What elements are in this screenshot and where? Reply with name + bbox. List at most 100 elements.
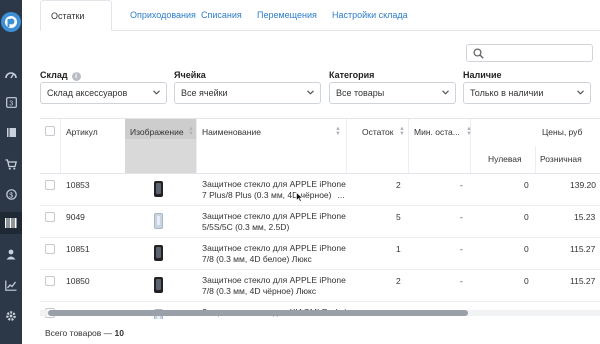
chevron-down-icon xyxy=(307,90,314,95)
column-header-image[interactable]: Изображение xyxy=(130,127,184,137)
row-name-line-2: 7/8 (0.3 мм, 4D белое) Люкс xyxy=(202,254,312,264)
category-filter-label: Категория xyxy=(329,70,375,80)
select-all-checkbox[interactable] xyxy=(45,126,55,136)
tab-bar: Остатки Оприходования Списания Перемещен… xyxy=(40,0,600,31)
row-checkbox[interactable] xyxy=(45,180,55,190)
column-divider xyxy=(346,119,347,173)
tab-peremeshcheniya[interactable]: Перемещения xyxy=(247,0,327,30)
warehouse-select[interactable]: Склад аксессуаров xyxy=(40,82,167,104)
column-header-zero-price[interactable]: Нулевая xyxy=(488,154,522,164)
row-min-stock: - xyxy=(460,180,463,190)
svg-text:$: $ xyxy=(9,192,13,199)
table-header: Артикул Изображение ▲ ▼ Наименование ▲ ▼ О… xyxy=(40,119,600,174)
row-name[interactable]: Защитное стекло для APPLE iPhone 7/8 (0.3… xyxy=(202,243,352,265)
logo-icon[interactable] xyxy=(1,12,21,32)
cell-filter-label: Ячейка xyxy=(174,70,206,80)
row-retail-price: 139.20 xyxy=(570,180,596,190)
warehouse-filter-label: Склад i xyxy=(40,70,81,81)
sort-icon[interactable]: ▲ ▼ xyxy=(188,126,194,137)
row-name-line-1: Защитное стекло для APPLE iPhone xyxy=(202,275,346,285)
row-min-stock: - xyxy=(460,244,463,254)
row-stock: 2 xyxy=(396,180,401,190)
column-header-stock[interactable]: Остаток xyxy=(362,127,393,137)
column-header-name[interactable]: Наименование xyxy=(202,127,261,137)
barcode-icon[interactable] xyxy=(0,212,22,234)
row-name-line-2: 7 Plus/8 Plus (0.3 мм, 4D чёрное) xyxy=(202,190,332,200)
cell-select-value: Все ячейки xyxy=(181,88,228,98)
sort-icon[interactable]: ▲ ▼ xyxy=(335,126,341,137)
table-row[interactable]: 10853 Защитное стекло для APPLE iPhone 7 … xyxy=(40,174,600,206)
total-items-label: Всего товаров — xyxy=(45,328,113,338)
row-name-line-1: Защитное стекло для APPLE iPhone xyxy=(202,211,346,221)
category-select[interactable]: Все товары xyxy=(329,82,456,104)
row-article: 9049 xyxy=(66,212,85,222)
search-input[interactable] xyxy=(466,44,593,62)
settings-icon[interactable] xyxy=(3,308,19,324)
book-icon[interactable] xyxy=(3,124,19,140)
people-icon[interactable] xyxy=(3,246,19,262)
cell-select[interactable]: Все ячейки xyxy=(174,82,321,104)
row-name-line-2: 5/5S/5C (0.3 мм, 2.5D) xyxy=(202,222,290,232)
warehouse-select-value: Склад аксессуаров xyxy=(47,88,128,98)
availability-filter-label: Наличие xyxy=(463,70,502,80)
table-row[interactable]: 9049 Защитное стекло для APPLE iPhone 5/5… xyxy=(40,206,600,238)
table-row[interactable]: 10851 Защитное стекло для APPLE iPhone 7/… xyxy=(40,238,600,270)
tab-nastroyki-sklada[interactable]: Настройки склада xyxy=(322,0,418,30)
row-zero-price: 0 xyxy=(524,276,529,286)
row-checkbox[interactable] xyxy=(45,244,55,254)
row-name[interactable]: Защитное стекло для APPLE iPhone 7 Plus/8… xyxy=(202,179,352,201)
table-row[interactable]: 10850 Защитное стекло для APPLE iPhone 7/… xyxy=(40,270,600,302)
row-article: 10851 xyxy=(66,244,90,254)
row-article: 10853 xyxy=(66,180,90,190)
money-icon[interactable]: $ xyxy=(3,186,19,202)
row-retail-price: 115.27 xyxy=(570,244,596,254)
product-image xyxy=(154,213,163,229)
row-zero-price: 0 xyxy=(524,244,529,254)
tab-spisaniya[interactable]: Списания xyxy=(191,0,252,30)
column-header-min-stock[interactable]: Мин. оста... xyxy=(414,127,460,137)
row-name-line-1: Защитное стекло для APPLE iPhone xyxy=(202,179,346,189)
row-stock: 1 xyxy=(396,244,401,254)
sort-icon[interactable]: ▲ ▼ xyxy=(466,126,472,137)
column-header-retail-price[interactable]: Розничная xyxy=(540,154,582,164)
row-zero-price: 0 xyxy=(524,212,529,222)
availability-select-value: Только в наличии xyxy=(470,88,544,98)
product-image xyxy=(154,245,163,261)
availability-select[interactable]: Только в наличии xyxy=(463,82,591,104)
main-area: Остатки Оприходования Списания Перемещен… xyxy=(22,0,600,344)
cart-icon[interactable] xyxy=(3,156,19,172)
chart-icon[interactable] xyxy=(3,277,19,293)
sidebar: 3 $ xyxy=(0,0,22,344)
tab-ostatki[interactable]: Остатки xyxy=(40,0,112,31)
column-divider xyxy=(60,119,61,173)
search-icon xyxy=(473,48,484,59)
row-name-line-2: 7/8 (0.3 мм, 4D чёрное) Люкс xyxy=(202,286,317,296)
row-article: 10850 xyxy=(66,276,90,286)
row-name[interactable]: Защитное стекло для APPLE iPhone 7/8 (0.3… xyxy=(202,275,352,297)
total-items: Всего товаров — 10 xyxy=(45,328,124,338)
column-divider xyxy=(196,119,197,173)
row-checkbox[interactable] xyxy=(45,212,55,222)
row-min-stock: - xyxy=(460,212,463,222)
svg-text:3: 3 xyxy=(9,100,13,107)
row-zero-price: 0 xyxy=(524,180,529,190)
column-divider xyxy=(408,119,409,173)
row-retail-price: 15.23 xyxy=(574,212,596,222)
total-items-value: 10 xyxy=(114,328,124,338)
row-min-stock: - xyxy=(460,276,463,286)
calendar-icon[interactable]: 3 xyxy=(3,94,19,110)
column-divider xyxy=(535,146,536,173)
dashboard-icon[interactable] xyxy=(3,66,19,82)
row-stock: 2 xyxy=(396,276,401,286)
sort-icon[interactable]: ▲ ▼ xyxy=(399,126,405,137)
product-image xyxy=(154,277,163,293)
horizontal-scrollbar-thumb[interactable] xyxy=(48,310,468,316)
column-header-article[interactable]: Артикул xyxy=(66,127,98,137)
row-name[interactable]: Защитное стекло для APPLE iPhone 5/5S/5C … xyxy=(202,211,352,233)
info-icon[interactable]: i xyxy=(71,72,81,81)
row-retail-price: 115.27 xyxy=(570,276,596,286)
row-name-line-1: Защитное стекло для APPLE iPhone xyxy=(202,243,346,253)
row-stock: 5 xyxy=(396,212,401,222)
row-checkbox[interactable] xyxy=(45,276,55,286)
category-select-value: Все товары xyxy=(336,88,385,98)
